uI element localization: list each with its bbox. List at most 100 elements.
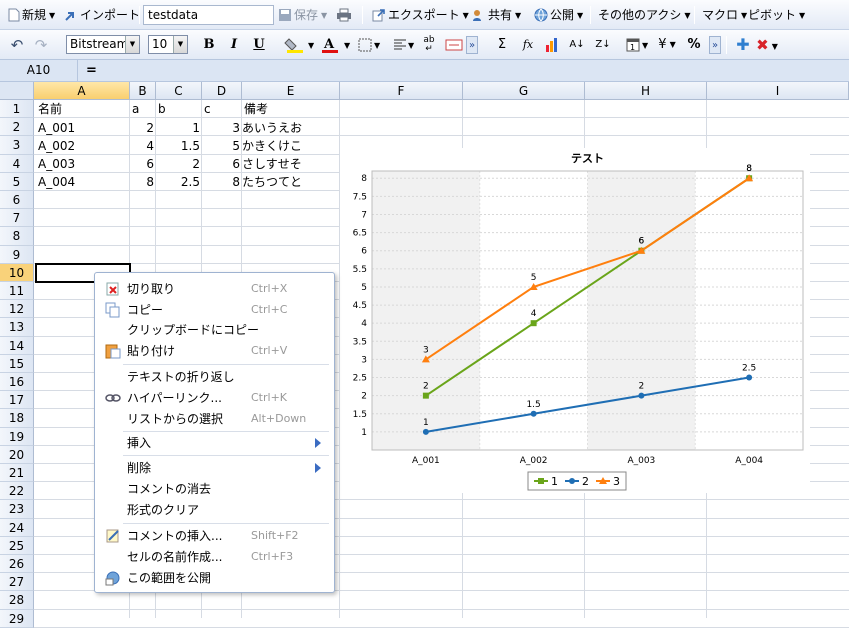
font-family-select[interactable]: Bitstream ▼ <box>66 35 140 54</box>
cell-b4[interactable]: 6 <box>130 155 154 173</box>
cell-e3[interactable]: かきくけこ <box>242 137 340 155</box>
cell-a2[interactable]: A_001 <box>38 119 128 137</box>
share-button[interactable]: 共有 ▼ <box>472 5 521 25</box>
more-toolbar-icon[interactable]: » <box>466 36 478 54</box>
publish-button[interactable]: 公開 ▼ <box>534 5 583 25</box>
cell-a1[interactable]: 名前 <box>38 100 128 118</box>
new-button[interactable]: 新規 ▼ <box>8 5 55 25</box>
pivot-menu[interactable]: ピボット ▼ <box>748 5 805 25</box>
menu-item-delete[interactable]: 削除 <box>95 458 334 478</box>
row-header-3[interactable]: 3 <box>0 136 34 155</box>
menu-item-clear-format[interactable]: 形式のクリア <box>95 500 334 520</box>
cell-d5[interactable]: 8 <box>202 173 240 191</box>
cell-b3[interactable]: 4 <box>130 137 154 155</box>
sort-descending-button[interactable]: Z↓ <box>594 36 612 54</box>
cell-e1[interactable]: 備考 <box>244 100 340 118</box>
cell-c5[interactable]: 2.5 <box>156 173 200 191</box>
italic-button[interactable]: I <box>225 36 243 54</box>
row-header-21[interactable]: 21 <box>0 464 34 483</box>
date-format-button[interactable]: 1 ▼ <box>625 36 651 54</box>
row-header-16[interactable]: 16 <box>0 373 34 392</box>
cell-a3[interactable]: A_002 <box>38 137 128 155</box>
import-button[interactable]: インポート <box>64 5 140 25</box>
merge-cells-button[interactable] <box>444 36 464 54</box>
cell-b5[interactable]: 8 <box>130 173 154 191</box>
row-header-2[interactable]: 2 <box>0 118 34 137</box>
column-header-h[interactable]: H <box>585 82 707 100</box>
undo-icon[interactable]: ↶ <box>8 36 26 54</box>
select-all-corner[interactable] <box>0 82 34 100</box>
row-header-5[interactable]: 5 <box>0 172 34 191</box>
insert-button[interactable]: ✚ <box>732 36 754 54</box>
row-header-8[interactable]: 8 <box>0 227 34 246</box>
row-header-25[interactable]: 25 <box>0 536 34 555</box>
column-header-a[interactable]: A <box>34 82 130 100</box>
underline-button[interactable]: U <box>250 36 268 54</box>
menu-item-copy-to-clipboard[interactable]: クリップボードにコピー <box>95 320 334 340</box>
wrap-text-button[interactable]: ab ↵ <box>420 36 438 54</box>
cell-d4[interactable]: 6 <box>202 155 240 173</box>
sum-button[interactable]: Σ <box>494 36 510 54</box>
menu-item-paste[interactable]: 貼り付け Ctrl+V <box>95 341 334 361</box>
menu-item-insert[interactable]: 挿入 <box>95 433 334 453</box>
row-header-15[interactable]: 15 <box>0 354 34 373</box>
row-header-10[interactable]: 10 <box>0 263 34 282</box>
row-header-19[interactable]: 19 <box>0 427 34 446</box>
row-header-28[interactable]: 28 <box>0 591 34 610</box>
font-color-button[interactable]: A ▼ <box>320 36 352 54</box>
more-toolbar-icon[interactable]: » <box>709 36 721 54</box>
formula-equals-icon[interactable]: = <box>86 60 97 81</box>
cell-c3[interactable]: 1.5 <box>156 137 200 155</box>
function-button[interactable]: fx <box>520 36 536 54</box>
menu-item-select-from-list[interactable]: リストからの選択 Alt+Down <box>95 409 334 429</box>
font-size-select[interactable]: 10 ▼ <box>148 35 188 54</box>
menu-item-cut[interactable]: 切り取り Ctrl+X <box>95 279 334 299</box>
cell-e4[interactable]: さしすせそ <box>242 155 340 173</box>
cell-b2[interactable]: 2 <box>130 119 154 137</box>
redo-icon[interactable]: ↷ <box>32 36 50 54</box>
row-header-11[interactable]: 11 <box>0 282 34 301</box>
cell-c4[interactable]: 2 <box>156 155 200 173</box>
menu-item-hyperlink[interactable]: ハイパーリンク... Ctrl+K <box>95 388 334 408</box>
menu-item-wrap-text[interactable]: テキストの折り返し <box>95 367 334 387</box>
align-button[interactable]: ▼ <box>392 36 416 54</box>
fill-color-button[interactable]: ▼ <box>284 36 315 54</box>
insert-chart-button[interactable] <box>544 36 562 54</box>
cell-c2[interactable]: 1 <box>156 119 200 137</box>
other-actions-menu[interactable]: その他のアクシ ▼ <box>598 5 691 25</box>
menu-item-clear-comments[interactable]: コメントの消去 <box>95 479 334 499</box>
bold-button[interactable]: B <box>200 36 218 54</box>
currency-format-button[interactable]: ¥ ▼ <box>654 36 680 54</box>
column-header-f[interactable]: F <box>340 82 463 100</box>
line-chart[interactable]: テスト 1 1.5 2 2.5 3 3.5 4 4.5 5 5.5 6 6.5 7 7.5 8 A_001 A_0… <box>340 148 810 493</box>
cell-reference-box[interactable]: A10 <box>0 60 78 81</box>
print-button[interactable] <box>336 5 354 25</box>
column-header-i[interactable]: I <box>707 82 849 100</box>
column-header-g[interactable]: G <box>463 82 585 100</box>
cell-b1[interactable]: a <box>132 100 152 118</box>
row-header-26[interactable]: 26 <box>0 555 34 574</box>
cell-d2[interactable]: 3 <box>202 119 240 137</box>
row-header-17[interactable]: 17 <box>0 391 34 410</box>
row-header-24[interactable]: 24 <box>0 518 34 537</box>
save-button[interactable]: 保存 ▼ <box>278 5 327 25</box>
row-header-12[interactable]: 12 <box>0 300 34 319</box>
row-header-9[interactable]: 9 <box>0 245 34 264</box>
macro-menu[interactable]: マクロ ▼ <box>702 5 747 25</box>
cell-e5[interactable]: たちつてと <box>242 173 340 191</box>
row-header-29[interactable]: 29 <box>0 609 34 628</box>
document-name-input[interactable] <box>143 5 274 25</box>
delete-button[interactable]: ✖ ▼ <box>756 36 778 54</box>
menu-item-insert-comment[interactable]: コメントの挿入... Shift+F2 <box>95 526 334 546</box>
cell-c1[interactable]: b <box>158 100 198 118</box>
export-button[interactable]: エクスポート ▼ <box>372 5 469 25</box>
row-header-4[interactable]: 4 <box>0 154 34 173</box>
row-header-22[interactable]: 22 <box>0 482 34 501</box>
column-header-b[interactable]: B <box>130 82 156 100</box>
menu-item-define-name[interactable]: セルの名前作成... Ctrl+F3 <box>95 547 334 567</box>
column-header-e[interactable]: E <box>242 82 340 100</box>
row-header-18[interactable]: 18 <box>0 409 34 428</box>
cell-a5[interactable]: A_004 <box>38 173 128 191</box>
cell-d1[interactable]: c <box>204 100 240 118</box>
cell-a4[interactable]: A_003 <box>38 155 128 173</box>
